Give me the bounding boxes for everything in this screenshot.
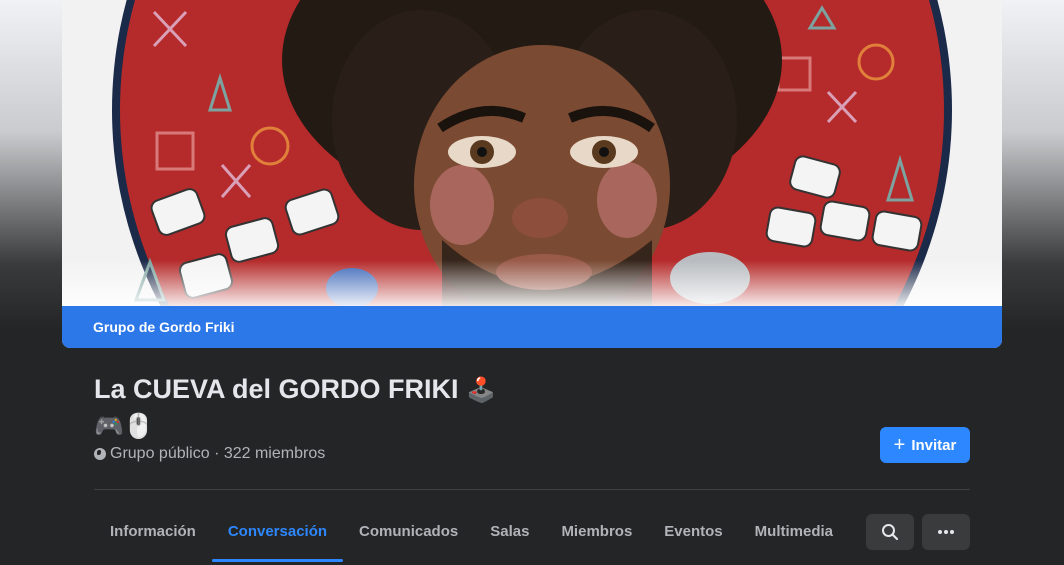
invite-button[interactable]: + Invitar: [880, 427, 970, 463]
tab-label: Comunicados: [359, 522, 459, 540]
search-button[interactable]: [866, 514, 914, 550]
tab-label: Salas: [490, 522, 530, 540]
tab-label: Información: [110, 522, 196, 540]
more-icon: [938, 530, 954, 534]
tab-salas[interactable]: Salas: [474, 508, 545, 554]
joystick-icon: 🕹️: [466, 377, 496, 404]
group-privacy-members[interactable]: Grupo público · 322 miembros: [110, 445, 325, 463]
header-divider: [94, 489, 970, 490]
cover-group-label[interactable]: Grupo de Gordo Friki: [93, 319, 235, 335]
search-icon: [882, 524, 899, 541]
tab-label: Eventos: [664, 522, 723, 540]
tab-eventos[interactable]: Eventos: [648, 508, 738, 554]
tab-label: Miembros: [561, 522, 633, 540]
tab-informacion[interactable]: Información: [94, 508, 212, 554]
plus-icon: +: [893, 434, 906, 456]
cover-photo[interactable]: Grupo de Gordo Friki: [62, 0, 1002, 348]
tab-comunicados[interactable]: Comunicados: [343, 508, 474, 554]
tab-miembros[interactable]: Miembros: [545, 508, 648, 554]
group-title: La CUEVA del GORDO FRIKI 🕹️ 🎮🖱️: [94, 372, 554, 444]
more-options-button[interactable]: [922, 514, 970, 550]
gamepad-mouse-icons: 🎮🖱️: [94, 413, 154, 440]
invite-label: Invitar: [911, 436, 957, 454]
group-meta: Grupo público · 322 miembros: [94, 445, 325, 463]
group-title-text: La CUEVA del GORDO FRIKI: [94, 374, 459, 404]
globe-icon: [94, 448, 106, 460]
tab-label: Multimedia: [754, 522, 833, 540]
cover-group-label-strip[interactable]: Grupo de Gordo Friki: [62, 306, 1002, 348]
group-tabs: Información Conversación Comunicados Sal…: [94, 508, 849, 565]
cover-illustration: [62, 0, 1002, 306]
tab-label: Conversación: [227, 522, 328, 540]
tab-multimedia[interactable]: Multimedia: [739, 508, 849, 554]
tab-conversacion[interactable]: Conversación: [211, 508, 344, 562]
